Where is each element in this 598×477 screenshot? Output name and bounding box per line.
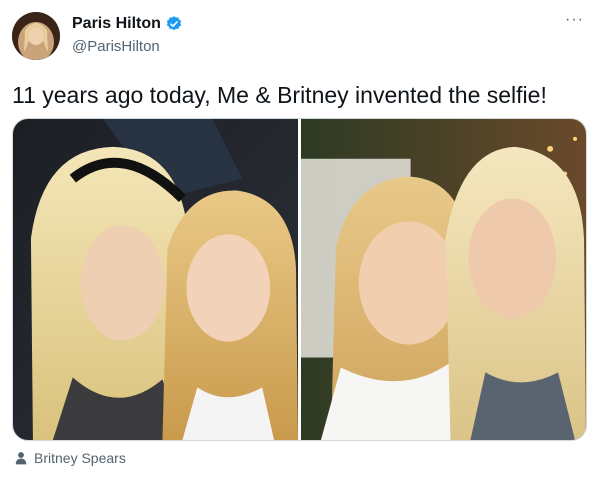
author-name-row: Paris Hilton: [72, 15, 183, 33]
person-icon: [15, 452, 27, 465]
photo-left-image: [13, 119, 298, 440]
verified-badge-icon: [166, 16, 182, 31]
author-display-name[interactable]: Paris Hilton: [72, 15, 161, 33]
avatar-image: [12, 12, 60, 60]
author-avatar[interactable]: [12, 12, 60, 60]
tweet-text: 11 years ago today, Me & Britney invente…: [12, 82, 547, 108]
selfie-photo-left[interactable]: [13, 119, 298, 440]
tagged-person-label: Britney Spears: [34, 450, 126, 466]
author-handle[interactable]: @ParisHilton: [72, 38, 160, 55]
selfie-photo-right[interactable]: [301, 119, 586, 440]
photo-right-image: [301, 119, 586, 440]
tagged-person[interactable]: Britney Spears: [14, 450, 126, 466]
tweet-media[interactable]: [12, 118, 587, 441]
tweet-card: Paris Hilton @ParisHilton ··· 11 years a…: [0, 0, 598, 477]
more-options-icon[interactable]: ···: [565, 12, 584, 28]
